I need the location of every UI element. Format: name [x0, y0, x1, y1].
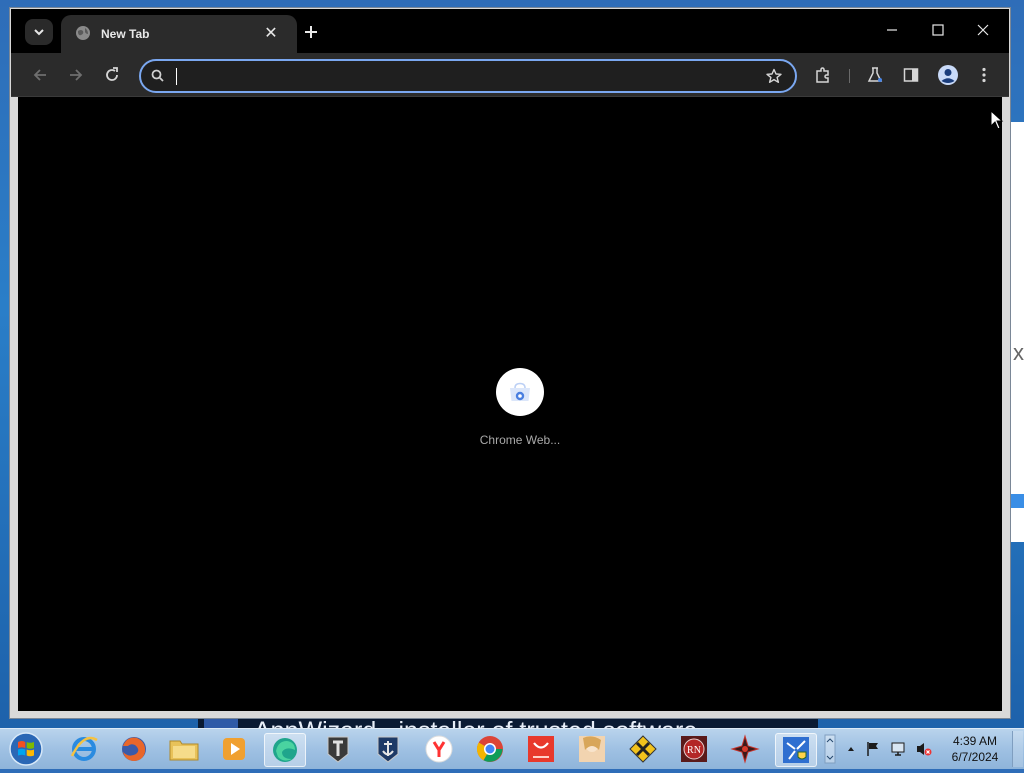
- shortcut-icon-circle: [496, 368, 544, 416]
- network-tray-button[interactable]: [888, 733, 908, 765]
- chrome-web-store-icon: [510, 382, 530, 401]
- taskbar-media-player[interactable]: [214, 733, 254, 765]
- chrome-icon: [476, 736, 503, 762]
- tank-icon: [327, 736, 349, 763]
- edge-icon: [273, 738, 297, 762]
- taskbar-aliexpress[interactable]: [521, 733, 561, 765]
- taskbar-anime-game[interactable]: [572, 733, 612, 765]
- back-arrow-icon: [33, 69, 46, 81]
- side-panel-button[interactable]: [899, 63, 923, 87]
- globe-icon: [76, 26, 90, 40]
- volume-muted-icon: [917, 743, 932, 756]
- action-center-button[interactable]: [864, 733, 882, 765]
- maximize-button[interactable]: [923, 21, 953, 43]
- taskbar-file-explorer[interactable]: [164, 733, 204, 765]
- plus-icon: [305, 26, 317, 38]
- media-player-icon: [223, 738, 245, 760]
- chevron-up-icon: [848, 747, 854, 751]
- taskbar-world-of-tanks[interactable]: [318, 733, 358, 765]
- labs-button[interactable]: [863, 63, 887, 87]
- reload-icon: [106, 67, 118, 81]
- anchor-icon: [377, 736, 399, 763]
- minimize-button[interactable]: [877, 21, 907, 43]
- crossout-icon: [629, 735, 657, 763]
- avatar-icon: [938, 65, 958, 85]
- tab-new-tab[interactable]: New Tab ✕: [61, 15, 297, 53]
- taskbar-yandex-browser[interactable]: [419, 733, 459, 765]
- arrows-app-icon: [730, 734, 760, 764]
- toolbar: [11, 53, 1009, 97]
- clock-time: 4:39 AM: [952, 734, 998, 748]
- scroll-arrows-icon: [824, 734, 836, 764]
- folder-icon: [169, 740, 199, 761]
- start-button[interactable]: [6, 730, 46, 768]
- close-window-button[interactable]: [968, 21, 998, 43]
- taskbar-firefox[interactable]: [114, 733, 154, 765]
- title-bar: New Tab ✕: [11, 9, 1009, 53]
- show-desktop-button[interactable]: [1012, 731, 1023, 767]
- shortcut-tile[interactable]: Chrome Web...: [460, 359, 560, 449]
- forward-button[interactable]: [64, 63, 88, 87]
- taskbar-scroll[interactable]: [822, 733, 838, 765]
- back-button[interactable]: [28, 63, 52, 87]
- firefox-icon: [122, 737, 146, 761]
- game-character-icon: [579, 736, 605, 762]
- side-panel-icon: [903, 68, 919, 82]
- minimize-icon: [887, 29, 897, 31]
- tab-title: New Tab: [101, 27, 150, 41]
- windows-logo-icon: [9, 732, 43, 766]
- profile-button[interactable]: [936, 63, 960, 87]
- clock-date: 6/7/2024: [951, 750, 999, 764]
- menu-button[interactable]: [972, 63, 996, 87]
- star-icon: [766, 68, 782, 83]
- taskbar-world-of-warships[interactable]: [368, 733, 408, 765]
- taskbar-crossout[interactable]: [623, 733, 663, 765]
- kebab-menu-icon: [982, 67, 986, 83]
- taskbar-arrows-app[interactable]: [725, 733, 765, 765]
- search-icon: [151, 69, 164, 82]
- forward-arrow-icon: [70, 69, 83, 81]
- taskbar-rn-app[interactable]: RN: [674, 733, 714, 765]
- taskbar: RN 4:39 AM 6/7/2024: [0, 728, 1024, 769]
- network-icon: [891, 742, 905, 756]
- tab-search-button[interactable]: [25, 19, 53, 45]
- bookmark-button[interactable]: [763, 65, 785, 87]
- extensions-button[interactable]: [811, 63, 835, 87]
- internet-explorer-icon: [70, 736, 98, 761]
- taskbar-internet-explorer[interactable]: [64, 733, 104, 765]
- yandex-icon: [425, 735, 453, 763]
- address-input[interactable]: [173, 64, 737, 90]
- flag-icon: [867, 742, 878, 756]
- address-bar[interactable]: [139, 59, 797, 93]
- clock[interactable]: 4:39 AM 6/7/2024: [942, 733, 1008, 765]
- shortcut-label: Chrome Web...: [479, 433, 561, 447]
- reload-button[interactable]: [100, 63, 124, 87]
- background-window-fragment: x: [1013, 340, 1024, 365]
- taskbar-network-wizard[interactable]: [775, 733, 817, 767]
- network-wizard-icon: [783, 737, 809, 763]
- mouse-cursor-icon: [990, 110, 1004, 130]
- show-hidden-icons-button[interactable]: [844, 733, 858, 765]
- new-tab-button[interactable]: [300, 21, 322, 43]
- puzzle-icon: [816, 67, 829, 83]
- close-icon: ✕: [264, 25, 278, 42]
- text-caret: [176, 68, 177, 85]
- browser-window: New Tab ✕ Chrome Web...: [10, 8, 1010, 718]
- maximize-icon: [932, 24, 944, 36]
- chevron-down-icon: [34, 29, 44, 36]
- taskbar-edge[interactable]: [264, 733, 306, 767]
- volume-tray-button[interactable]: [914, 733, 934, 765]
- rn-app-icon: RN: [681, 736, 707, 762]
- toolbar-separator: [849, 69, 850, 83]
- new-tab-page: Chrome Web...: [18, 97, 1002, 711]
- taskbar-chrome[interactable]: [470, 733, 510, 765]
- shopping-bag-icon: [528, 736, 554, 762]
- close-icon: [977, 24, 989, 36]
- svg-text:RN: RN: [687, 745, 701, 756]
- tab-close-button[interactable]: ✕: [261, 24, 281, 44]
- flask-icon: [867, 67, 883, 82]
